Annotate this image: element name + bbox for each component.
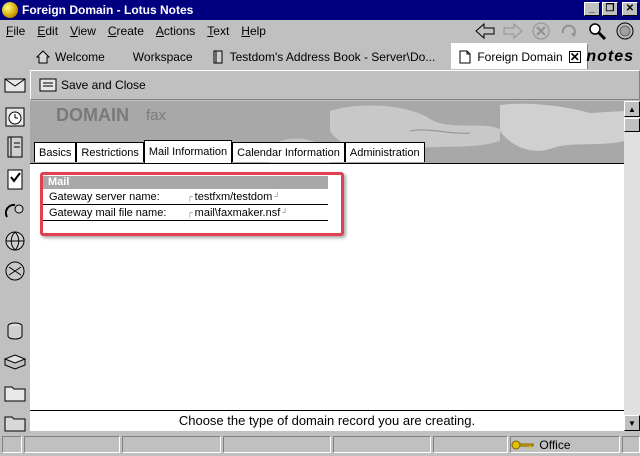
menu-actions[interactable]: Actions — [150, 24, 201, 38]
location-name: Office — [539, 437, 571, 452]
tab-mail-information[interactable]: Mail Information — [143, 140, 233, 163]
mail-bookmark-icon[interactable] — [3, 73, 27, 97]
status-cell-1[interactable] — [2, 436, 22, 453]
lotus-notes-app-icon[interactable] — [2, 2, 18, 18]
status-cell-5[interactable] — [332, 436, 431, 453]
refresh-icon[interactable] — [558, 21, 580, 41]
form-subtitle: fax — [146, 107, 167, 124]
minimize-button[interactable]: _ — [584, 2, 600, 16]
tab-address-book[interactable]: Testdom's Address Book - Server\Do... — [205, 45, 442, 69]
tab-foreign-domain[interactable]: Foreign Domain ✕ — [451, 43, 588, 69]
document-icon — [459, 50, 471, 63]
forward-arrow-icon[interactable] — [502, 21, 524, 41]
address-book-icon — [213, 50, 223, 64]
search-icon[interactable] — [586, 21, 608, 41]
tab-calendar-information[interactable]: Calendar Information — [232, 142, 345, 162]
save-close-icon — [39, 78, 57, 92]
replicator-bookmark-icon[interactable] — [3, 199, 27, 223]
close-button[interactable]: ✕ — [622, 2, 638, 16]
web-browser-bookmark-icon[interactable] — [3, 229, 27, 253]
form-tabs: Basics Restrictions Mail Information Cal… — [34, 140, 425, 163]
internet-bookmark-icon[interactable] — [3, 259, 27, 283]
restore-button[interactable]: ❐ — [602, 2, 618, 16]
status-cell-3[interactable] — [121, 436, 222, 453]
home-icon — [36, 50, 50, 64]
tab-administration[interactable]: Administration — [344, 142, 425, 162]
menu-view[interactable]: View — [64, 24, 102, 38]
navigator-toolbar — [474, 21, 636, 41]
menu-help[interactable]: Help — [235, 24, 272, 38]
menu-text[interactable]: Text — [201, 24, 235, 38]
window-tabs: Welcome Workspace Testdom's Address Book… — [0, 42, 640, 69]
tab-workspace[interactable]: Workspace — [127, 45, 199, 69]
location-status[interactable]: Office — [510, 436, 621, 453]
window-title: Foreign Domain - Lotus Notes — [22, 3, 194, 17]
go-web-icon[interactable] — [614, 21, 636, 41]
tab-welcome[interactable]: Welcome — [30, 45, 111, 69]
vertical-scrollbar[interactable]: ▲ ▼ — [624, 101, 640, 431]
calendar-bookmark-icon[interactable] — [3, 105, 27, 129]
tab-restrictions[interactable]: Restrictions — [76, 142, 144, 162]
tab-basics[interactable]: Basics — [34, 142, 77, 162]
status-cell-6[interactable] — [432, 436, 509, 453]
todo-bookmark-icon[interactable] — [3, 167, 27, 191]
status-cell-8[interactable] — [622, 436, 640, 453]
scroll-up-button[interactable]: ▲ — [624, 101, 640, 117]
menu-file[interactable]: File — [0, 24, 31, 38]
folder-bookmark-icon[interactable] — [3, 381, 27, 405]
address-book-bookmark-icon[interactable] — [3, 135, 27, 159]
menu-edit[interactable]: Edit — [31, 24, 64, 38]
bookmark-bar — [0, 69, 30, 433]
close-tab-icon[interactable]: ✕ — [568, 50, 581, 63]
book-bookmark-icon[interactable] — [3, 351, 27, 375]
scroll-down-button[interactable]: ▼ — [624, 415, 640, 431]
notes-logo: notes — [586, 48, 634, 65]
database-bookmark-icon[interactable] — [3, 319, 27, 343]
back-arrow-icon[interactable] — [474, 21, 496, 41]
key-icon — [511, 440, 534, 449]
title-bar: Foreign Domain - Lotus Notes _ ❐ ✕ — [0, 0, 640, 20]
action-bar: Save and Close — [30, 70, 640, 100]
favorites-bookmark-icon[interactable] — [3, 409, 27, 433]
scroll-thumb[interactable] — [624, 118, 640, 132]
status-cell-2[interactable] — [23, 436, 120, 453]
stop-icon[interactable] — [530, 21, 552, 41]
field-help-text: Choose the type of domain record you are… — [30, 410, 624, 431]
annotation-highlight-box — [40, 172, 344, 236]
menu-create[interactable]: Create — [102, 24, 150, 38]
status-bar: Office — [0, 433, 640, 456]
form-title: DOMAIN — [56, 105, 129, 125]
save-and-close-button[interactable]: Save and Close — [39, 76, 146, 94]
status-cell-4[interactable] — [223, 436, 331, 453]
